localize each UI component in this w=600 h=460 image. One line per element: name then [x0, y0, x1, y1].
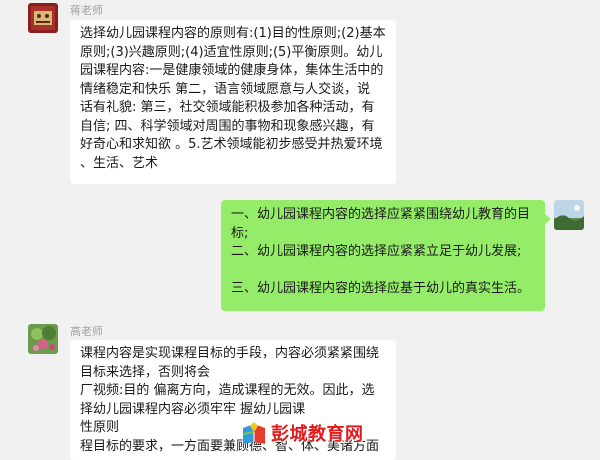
message-line: 自信; 四、科学领域对周围的事物和现象感兴趣，有: [80, 118, 375, 134]
message-line: 择幼儿园课程内容必须牢牢 握幼儿园课: [80, 401, 306, 417]
message-line: 厂视频:目的 偏离方向，造成课程的无效。因此，选: [80, 383, 375, 398]
message-line: 选择幼儿园课程内容的原则有:(1)目的性原则;(2)基本: [80, 26, 386, 41]
sender-avatar-jiang[interactable]: [28, 3, 58, 33]
self-avatar[interactable]: [554, 200, 584, 230]
message-line: 原则;(3)兴趣原则;(4)适宜性原则;(5)平衡原则。幼儿: [80, 44, 383, 60]
watermark: 彭城教育网: [241, 418, 363, 448]
message-bubble[interactable]: 选择幼儿园课程内容的原则有:(1)目的性原则;(2)基本 原则;(3)兴趣原则;…: [70, 20, 396, 184]
watermark-text: 彭城教育网: [271, 424, 364, 445]
message-bubble-self[interactable]: 一、幼儿园课程内容的选择应紧紧围绕幼儿教育的目 标; 二、幼儿园课程内容的选择应…: [221, 200, 551, 311]
message-line: 好奇心和求知欲 。5.艺术领域能初步感受并热爱环境: [80, 137, 383, 152]
message-line: 课程内容是实现课程目标的手段，内容必须紧紧围绕: [80, 346, 380, 361]
sender-name: 蒋老师: [70, 4, 103, 17]
message-line: 一、幼儿园课程内容的选择应紧紧围绕幼儿教育的目: [231, 207, 531, 222]
message-line-empty: [231, 262, 536, 281]
message-line: 情绪稳定和快乐 第二，语言领域愿意与人交谈，说: [80, 81, 371, 97]
message-line: 三、幼儿园课程内容的选择应基于幼儿的真实生活。: [231, 281, 531, 296]
message-line: 目标来选择，否则将会: [80, 364, 211, 380]
message-line: 、生活、艺术: [80, 155, 159, 171]
book-logo-icon: [241, 420, 267, 446]
message-line: 标;: [231, 225, 249, 241]
sender-avatar-gao[interactable]: [28, 324, 58, 354]
message-line: 二、幼儿园课程内容的选择应紧紧立足于幼儿发展;: [231, 244, 522, 259]
message-line: 话有礼貌: 第三，社交领域能积极参加各种活动，有: [80, 100, 375, 115]
message-line: 园课程内容:一是健康领域的健康身体，集体生活中的: [80, 63, 384, 78]
sender-name: 高老师: [70, 325, 103, 338]
